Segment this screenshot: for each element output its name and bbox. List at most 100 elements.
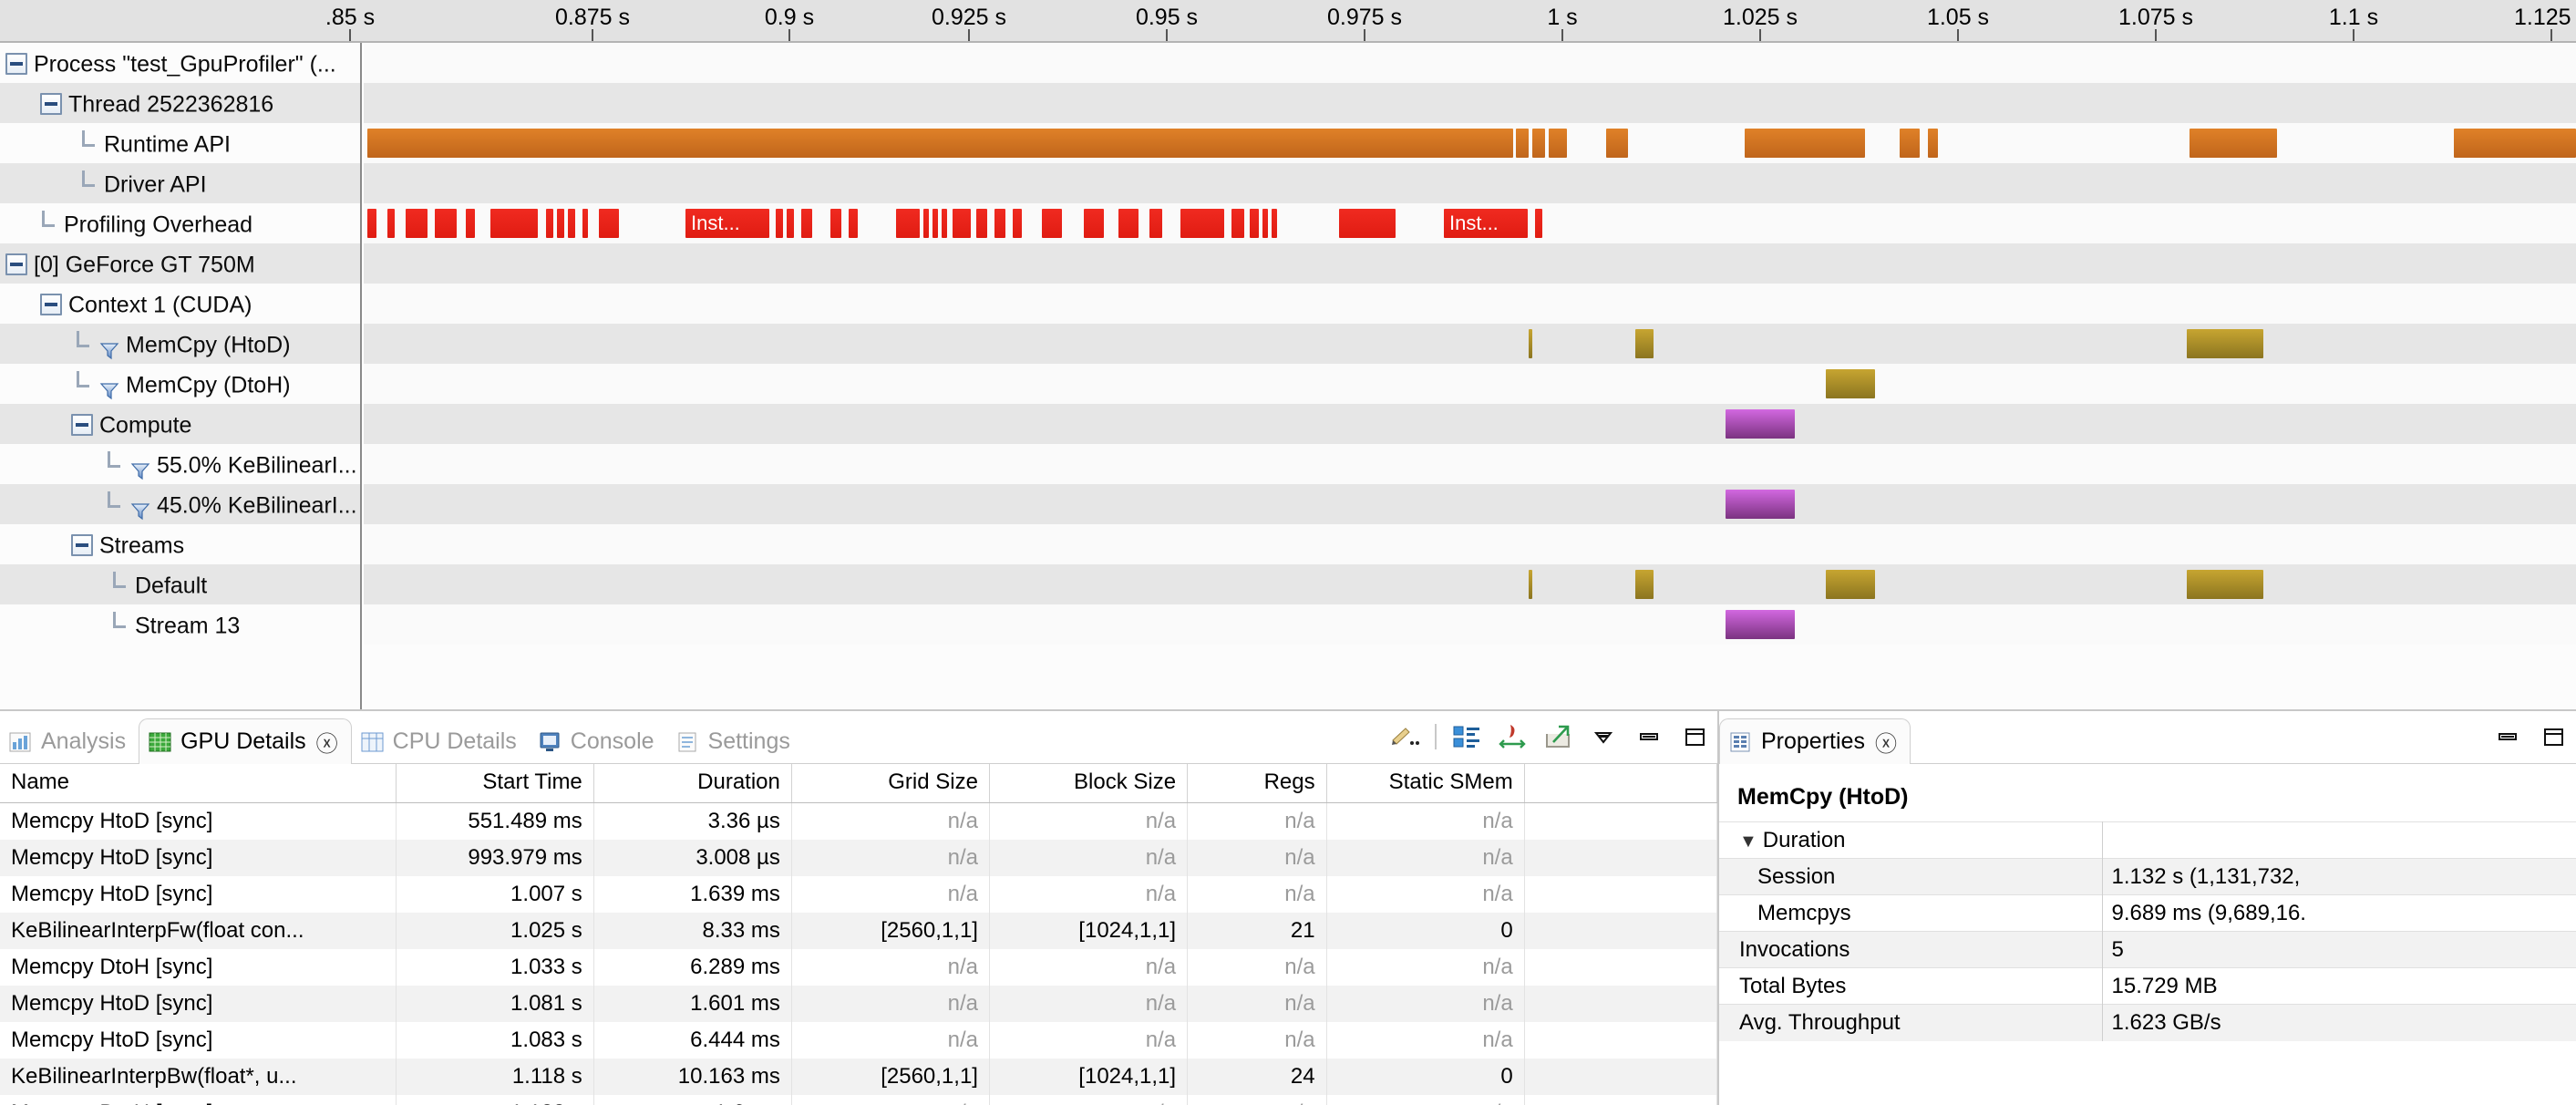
lane-compute[interactable]: [364, 404, 2576, 444]
tree-item-stream-13[interactable]: Stream 13: [0, 604, 360, 645]
properties-table[interactable]: ▼DurationSession1.132 s (1,131,732,Memcp…: [1719, 821, 2576, 1041]
timeline-bar[interactable]: [994, 209, 1005, 238]
timeline-bar[interactable]: [849, 209, 858, 238]
group-columns-icon[interactable]: [1451, 722, 1482, 751]
collapse-icon[interactable]: [40, 294, 62, 315]
timeline-bar[interactable]: [1549, 129, 1567, 158]
timeline-bar[interactable]: [1535, 209, 1542, 238]
timeline-bar[interactable]: [1262, 209, 1268, 238]
column-header[interactable]: Static SMem: [1326, 764, 1524, 803]
timeline-bar[interactable]: [387, 209, 395, 238]
tree-item-45-0-kebilineari[interactable]: 45.0% KeBilinearI...: [0, 484, 360, 524]
collapse-icon[interactable]: [5, 53, 27, 75]
tree-item-default[interactable]: Default: [0, 564, 360, 604]
timeline-bar[interactable]: [1231, 209, 1244, 238]
table-row[interactable]: Memcpy DtoH [sync]1.033 s6.289 msn/an/an…: [0, 949, 1717, 986]
timeline-bar[interactable]: [1013, 209, 1022, 238]
timeline-bar[interactable]: [1726, 409, 1795, 439]
property-row[interactable]: Memcpys9.689 ms (9,689,16.: [1719, 895, 2576, 932]
timeline-bar[interactable]: [801, 209, 812, 238]
timeline-bar[interactable]: [568, 209, 575, 238]
timeline-lanes[interactable]: Inst...Inst...: [364, 43, 2576, 709]
table-row[interactable]: Memcpy HtoD [sync]1.083 s6.444 msn/an/an…: [0, 1022, 1717, 1059]
filter-funnel-icon[interactable]: [129, 454, 151, 476]
lane-device[interactable]: [364, 243, 2576, 284]
timeline-bar[interactable]: [1529, 570, 1532, 599]
lane-thread[interactable]: [364, 83, 2576, 123]
column-header[interactable]: Grid Size: [791, 764, 989, 803]
property-row[interactable]: Session1.132 s (1,131,732,: [1719, 859, 2576, 895]
timeline-bar[interactable]: [1635, 570, 1654, 599]
column-header[interactable]: Name: [0, 764, 396, 803]
lane-profiling-overhead[interactable]: Inst...Inst...: [364, 203, 2576, 243]
timeline-bar[interactable]: [923, 209, 929, 238]
table-row[interactable]: Memcpy HtoD [sync]551.489 ms3.36 µsn/an/…: [0, 803, 1717, 840]
details-tabbar[interactable]: AnalysisGPU DetailsⓧCPU DetailsConsoleSe…: [0, 711, 1717, 764]
collapse-icon[interactable]: [71, 414, 93, 436]
timeline-bar[interactable]: [787, 209, 794, 238]
properties-tabbar[interactable]: Propertiesⓧ: [1719, 711, 2576, 764]
timeline-bar[interactable]: [1272, 209, 1277, 238]
column-header[interactable]: Start Time: [396, 764, 593, 803]
tab-gpu-details[interactable]: GPU Detailsⓧ: [139, 718, 352, 764]
timeline-bar[interactable]: [776, 209, 783, 238]
lane-stream-default[interactable]: [364, 564, 2576, 604]
timeline-tree-panel[interactable]: Process "test_GpuProfiler" (...Thread 25…: [0, 43, 362, 709]
tab-console[interactable]: Console: [530, 719, 667, 765]
timeline-bar[interactable]: [1606, 129, 1628, 158]
timeline-bar[interactable]: [367, 129, 1513, 158]
column-header[interactable]: Duration: [593, 764, 791, 803]
timeline-bar[interactable]: [1745, 129, 1865, 158]
column-header[interactable]: [1524, 764, 1716, 803]
tab-properties[interactable]: Propertiesⓧ: [1719, 718, 1911, 764]
tab-cpu-details[interactable]: CPU Details: [352, 719, 530, 765]
timeline-bar[interactable]: [1726, 610, 1795, 639]
property-row[interactable]: Total Bytes15.729 MB: [1719, 968, 2576, 1005]
timeline-bar[interactable]: [1149, 209, 1162, 238]
tree-item-compute[interactable]: Compute: [0, 404, 360, 444]
timeline-bar[interactable]: [1726, 490, 1795, 519]
tree-item-55-0-kebilineari[interactable]: 55.0% KeBilinearI...: [0, 444, 360, 484]
property-row[interactable]: ▼Duration: [1719, 822, 2576, 859]
pencil-icon[interactable]: [1389, 722, 1420, 751]
view-menu-icon[interactable]: [1588, 722, 1619, 751]
tree-item-profiling-overhead[interactable]: Profiling Overhead: [0, 203, 360, 243]
timeline-bar[interactable]: [435, 209, 457, 238]
timeline-bar[interactable]: Inst...: [685, 209, 769, 238]
filter-funnel-icon[interactable]: [98, 374, 120, 396]
timeline-bar[interactable]: [1118, 209, 1139, 238]
lane-memcpy-dtoh[interactable]: [364, 364, 2576, 404]
maximize-icon[interactable]: [2538, 722, 2569, 751]
lane-kernel-55[interactable]: [364, 444, 2576, 484]
timeline-bar[interactable]: [1826, 369, 1875, 398]
lane-process[interactable]: [364, 43, 2576, 83]
collapse-icon[interactable]: [71, 534, 93, 556]
close-icon[interactable]: ⓧ: [316, 726, 338, 758]
property-row[interactable]: Invocations5: [1719, 932, 2576, 968]
timeline-bar[interactable]: [1042, 209, 1062, 238]
column-header[interactable]: Block Size: [989, 764, 1187, 803]
timeline-bar[interactable]: [1928, 129, 1938, 158]
lane-context[interactable]: [364, 284, 2576, 324]
timeline-bar[interactable]: [490, 209, 538, 238]
timeline-bar[interactable]: [1250, 209, 1259, 238]
timeline-bar[interactable]: [367, 209, 376, 238]
tree-item-streams[interactable]: Streams: [0, 524, 360, 564]
filter-funnel-icon[interactable]: [129, 494, 151, 516]
timeline-ruler[interactable]: .85 s0.875 s0.9 s0.925 s0.95 s0.975 s1 s…: [0, 0, 2576, 43]
property-row[interactable]: Avg. Throughput1.623 GB/s: [1719, 1005, 2576, 1041]
tab-settings[interactable]: Settings: [667, 719, 803, 765]
table-row[interactable]: Memcpy DtoH [sync]1.128 s1.6 msn/an/an/a…: [0, 1095, 1717, 1105]
table-row[interactable]: KeBilinearInterpFw(float con...1.025 s8.…: [0, 913, 1717, 949]
tree-item-process-test-gpuprofiler[interactable]: Process "test_GpuProfiler" (...: [0, 43, 360, 83]
lane-driver-api[interactable]: [364, 163, 2576, 203]
tree-item-memcpy-htod[interactable]: MemCpy (HtoD): [0, 324, 360, 364]
lane-kernel-45[interactable]: [364, 484, 2576, 524]
timeline-bar[interactable]: [942, 209, 947, 238]
table-row[interactable]: Memcpy HtoD [sync]993.979 ms3.008 µsn/an…: [0, 840, 1717, 876]
timeline-bar[interactable]: [830, 209, 841, 238]
table-row[interactable]: Memcpy HtoD [sync]1.081 s1.601 msn/an/an…: [0, 986, 1717, 1022]
timeline-bar[interactable]: [1516, 129, 1529, 158]
table-row[interactable]: KeBilinearInterpBw(float*, u...1.118 s10…: [0, 1059, 1717, 1095]
close-icon[interactable]: ⓧ: [1875, 726, 1897, 758]
